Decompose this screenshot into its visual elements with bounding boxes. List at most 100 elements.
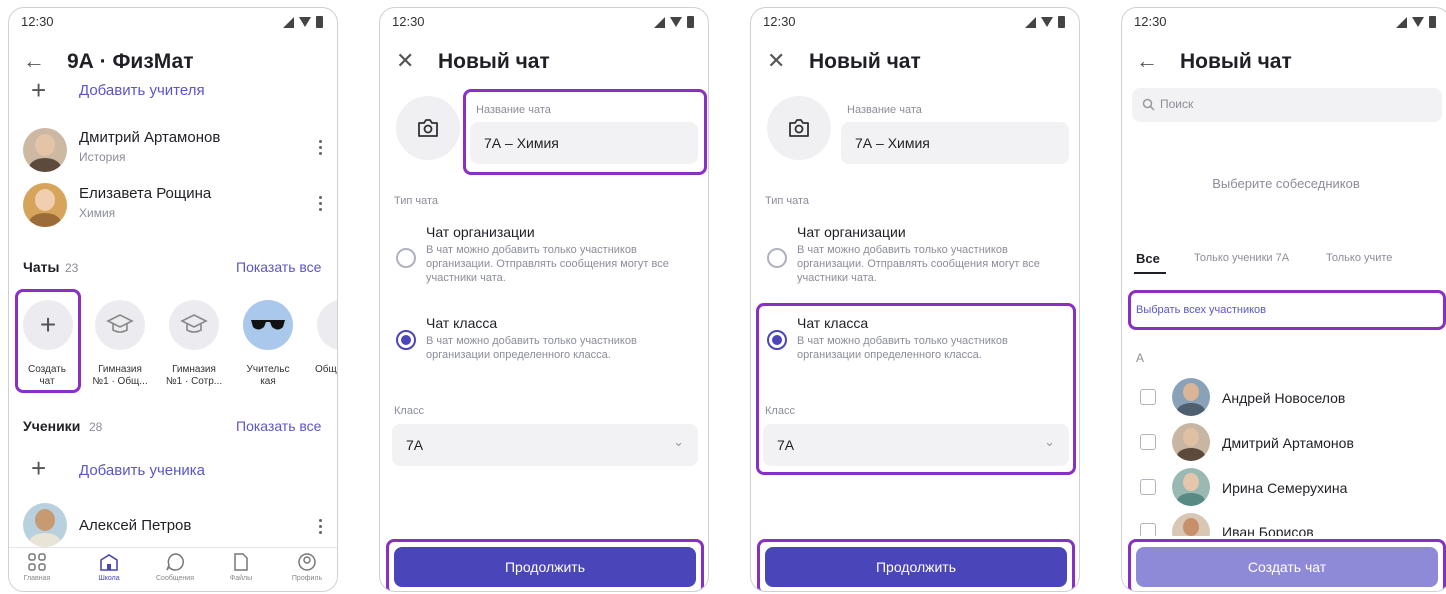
highlight-frame (757, 539, 1075, 591)
battery-icon (1429, 16, 1436, 28)
chat-type-label: Тип чата (765, 195, 810, 207)
org-chat-title: Чат организации (797, 224, 906, 240)
signal-icon (1025, 16, 1036, 28)
tab-all[interactable]: Все (1136, 251, 1160, 266)
tab-home[interactable]: Главная (9, 552, 67, 582)
show-all-students-link[interactable]: Показать все (236, 418, 321, 434)
more-icon[interactable] (319, 519, 322, 534)
teacher-name[interactable]: Дмитрий Артамонов (79, 129, 220, 146)
plus-icon[interactable]: + (31, 455, 46, 481)
class-chat-title: Чат класса (426, 315, 498, 331)
profile-icon (298, 553, 316, 571)
page-title: Новый чат (438, 50, 550, 73)
avatar (23, 183, 67, 227)
file-icon (234, 553, 248, 571)
add-student-link[interactable]: Добавить ученика (79, 462, 205, 479)
tab-indicator (1134, 272, 1166, 274)
wifi-icon (670, 17, 682, 27)
tab-messages[interactable]: Сообщения (145, 552, 205, 582)
camera-icon (789, 119, 809, 137)
close-icon[interactable]: ✕ (767, 48, 785, 74)
screen-class-details: 12:30 ← 9А · ФизМат + Добавить учителя Д… (8, 7, 338, 592)
status-time: 12:30 (21, 14, 54, 29)
graduation-cap-icon (180, 314, 208, 333)
chat-item-label: Общ (315, 364, 337, 375)
radio-org-chat[interactable] (767, 248, 787, 268)
chat-name-value: 7А – Химия (855, 135, 930, 151)
participant-checkbox[interactable] (1140, 389, 1156, 405)
screen-new-chat-type: 12:30 ✕ Новый чат Название чата 7А – Хим… (750, 7, 1080, 592)
wifi-icon (1041, 17, 1053, 27)
add-teacher-link[interactable]: Добавить учителя (79, 82, 205, 99)
chats-heading: Чаты (23, 259, 60, 275)
avatar (1172, 378, 1210, 416)
highlight-frame (1128, 290, 1446, 330)
status-bar: 12:30 (1134, 14, 1436, 30)
participant-checkbox[interactable] (1140, 434, 1156, 450)
show-all-chats-link[interactable]: Показать все (236, 259, 321, 275)
class-label: Класс (394, 405, 424, 417)
back-arrow-icon[interactable]: ← (23, 48, 45, 74)
org-chat-desc: В чат можно добавить только участников о… (426, 244, 669, 284)
highlight-frame (1128, 539, 1446, 591)
school-icon (100, 554, 118, 571)
search-input[interactable]: Поиск (1132, 88, 1442, 122)
tab-school[interactable]: Школа (79, 552, 139, 582)
chat-item[interactable] (243, 300, 293, 350)
teacher-name[interactable]: Елизавета Рощина (79, 185, 211, 202)
participant-name: Ирина Семерухина (1222, 480, 1348, 496)
search-icon (1142, 98, 1155, 111)
more-icon[interactable] (319, 196, 322, 211)
chats-count: 23 (65, 261, 79, 275)
status-bar: 12:30 (392, 14, 694, 30)
chat-item-label: Гимназия №1 · Сотр... (165, 364, 223, 387)
chat-item[interactable] (317, 300, 337, 350)
radio-class-chat[interactable] (396, 330, 416, 350)
teacher-subject: Химия (79, 206, 116, 220)
highlight-frame (386, 539, 704, 591)
chat-item[interactable] (169, 300, 219, 350)
avatar (1172, 423, 1210, 461)
org-chat-title: Чат организации (426, 224, 535, 240)
avatar (1172, 468, 1210, 506)
status-bar: 12:30 (763, 14, 1065, 30)
participant-name: Андрей Новоселов (1222, 390, 1346, 406)
signal-icon (654, 16, 665, 28)
chevron-down-icon: ⌄ (673, 434, 684, 449)
tab-students-only[interactable]: Только ученики 7А (1194, 252, 1289, 264)
chat-name-input[interactable]: 7А – Химия (841, 122, 1069, 164)
chat-name-label: Название чата (847, 104, 922, 116)
chat-photo-button[interactable] (767, 96, 831, 160)
radio-org-chat[interactable] (396, 248, 416, 268)
students-heading: Ученики (23, 418, 81, 434)
class-select[interactable]: 7А ⌄ (392, 424, 698, 466)
battery-icon (316, 16, 323, 28)
chat-photo-button[interactable] (396, 96, 460, 160)
teacher-subject: История (79, 150, 126, 164)
back-arrow-icon[interactable]: ← (1136, 48, 1158, 74)
class-chat-desc: В чат можно добавить только участников о… (426, 335, 637, 361)
status-time: 12:30 (1134, 14, 1167, 29)
plus-icon[interactable]: + (31, 77, 46, 103)
more-icon[interactable] (319, 140, 322, 155)
tab-files[interactable]: Файлы (211, 552, 271, 582)
battery-icon (1058, 16, 1065, 28)
signal-icon (1396, 16, 1407, 28)
close-icon[interactable]: ✕ (396, 48, 414, 74)
student-name[interactable]: Алексей Петров (79, 517, 191, 534)
highlight-frame (463, 89, 707, 175)
highlight-frame (15, 289, 81, 393)
tab-teachers-only[interactable]: Только учите (1326, 252, 1392, 264)
graduation-cap-icon (106, 314, 134, 333)
chat-item[interactable] (95, 300, 145, 350)
class-value: 7А (406, 437, 424, 453)
status-time: 12:30 (763, 14, 796, 29)
tab-profile[interactable]: Профиль (277, 552, 337, 582)
students-count: 28 (89, 420, 103, 434)
participant-checkbox[interactable] (1140, 479, 1156, 495)
chat-item-label: Гимназия №1 · Общ... (92, 364, 148, 387)
chat-bubble-icon (166, 553, 184, 571)
wifi-icon (1412, 17, 1424, 27)
avatar (23, 128, 67, 172)
page-title: 9А · ФизМат (67, 50, 194, 73)
